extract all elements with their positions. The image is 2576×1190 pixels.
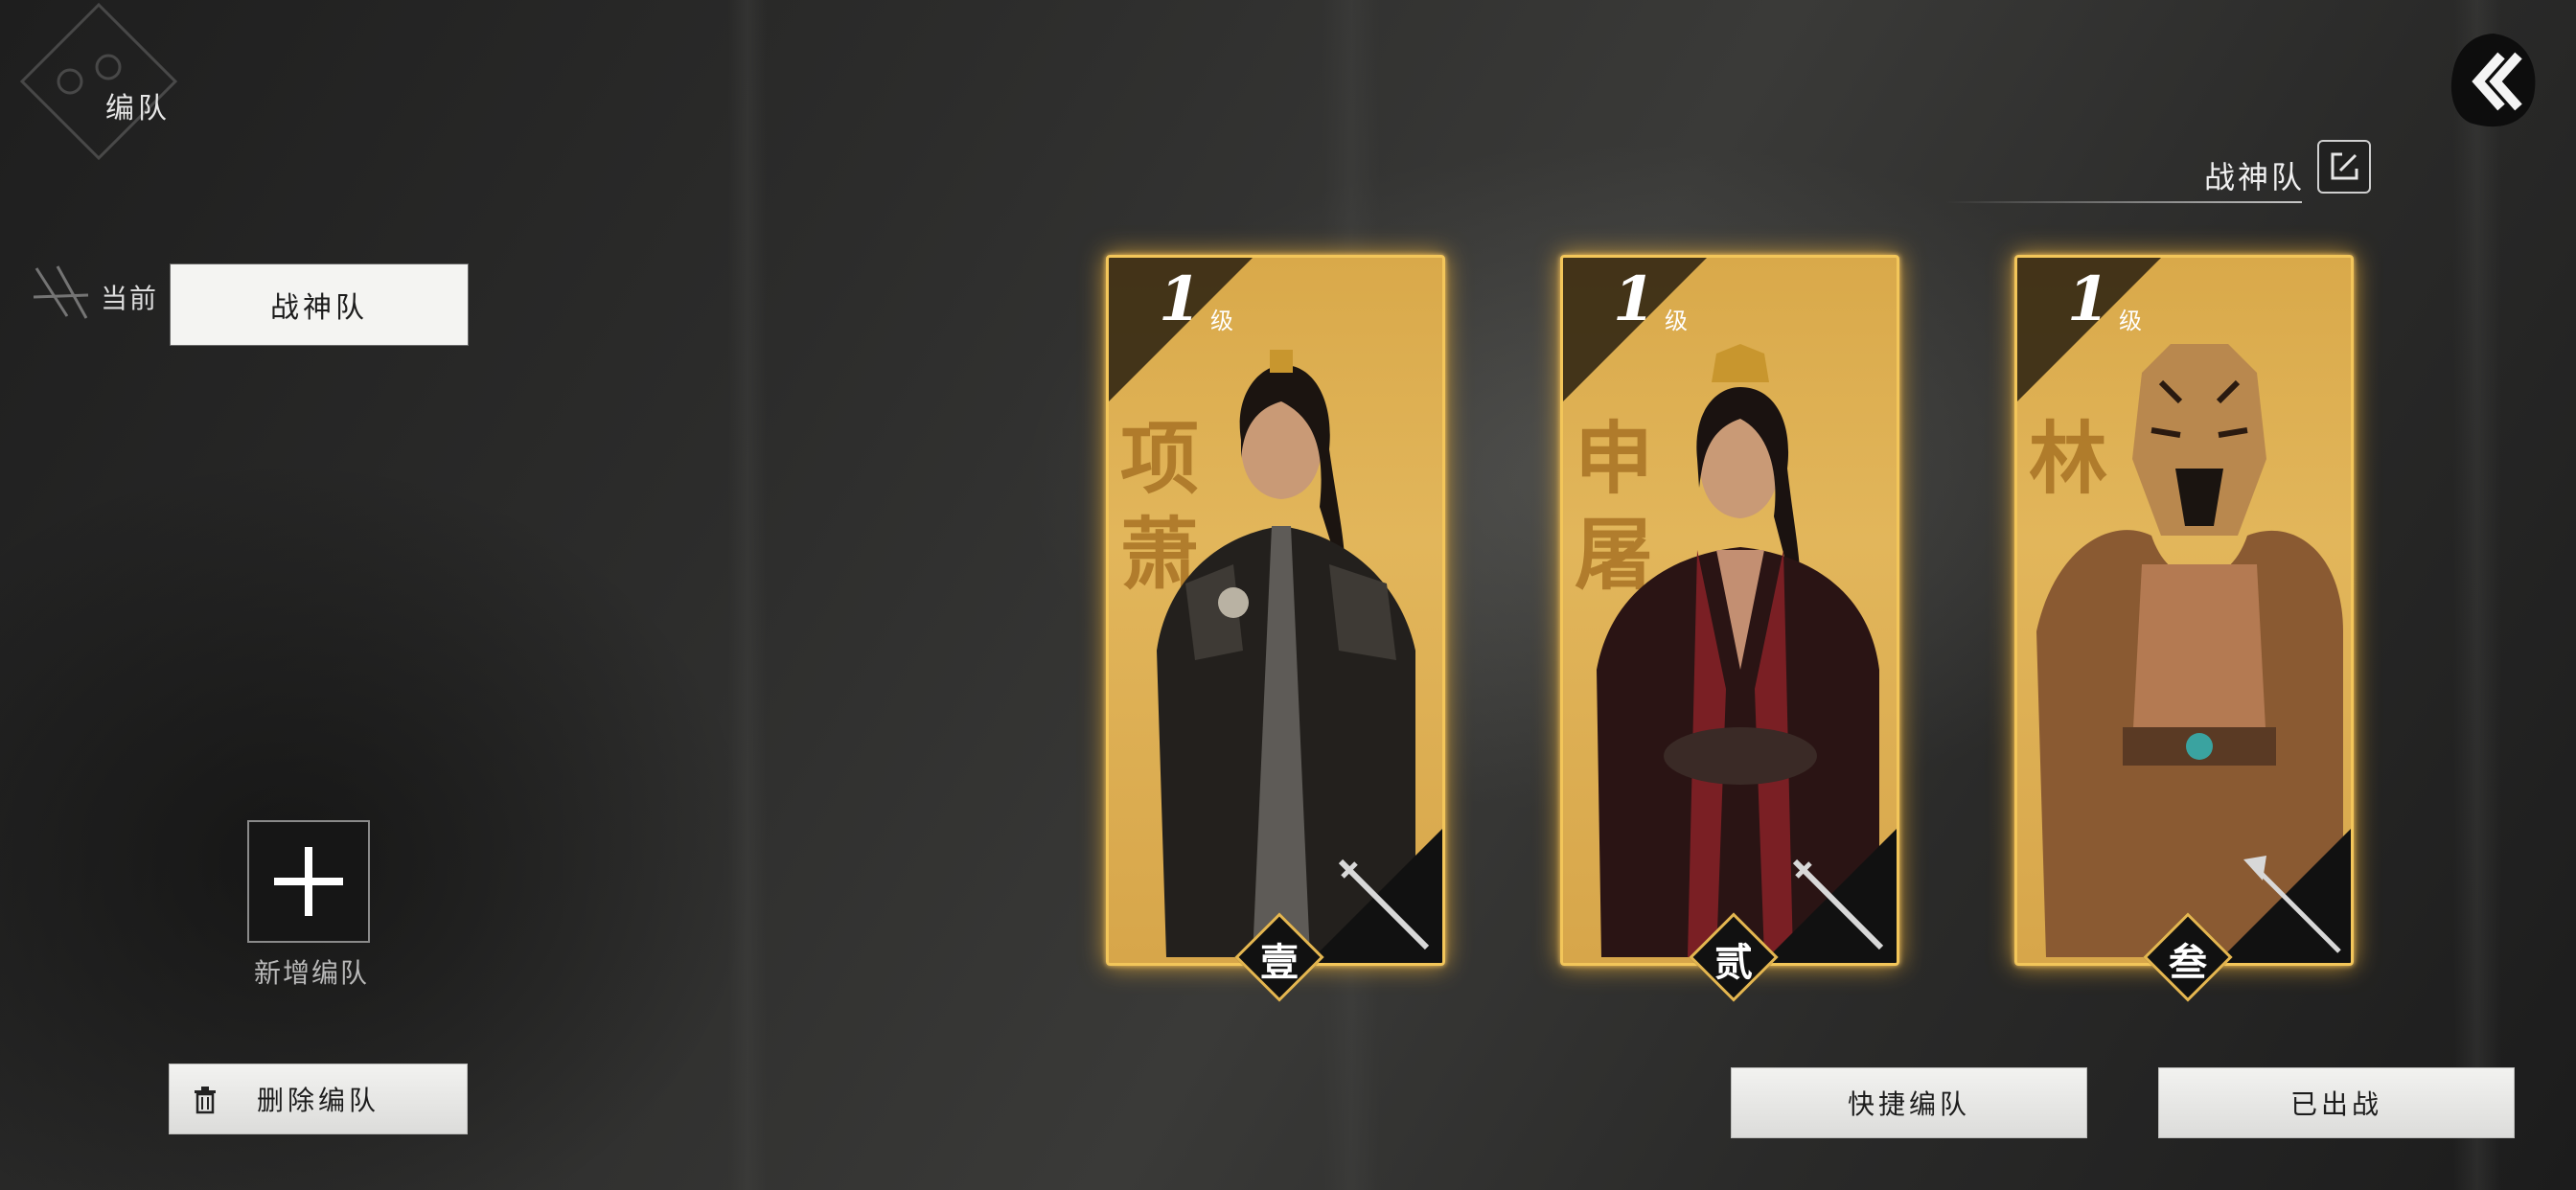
add-team-button[interactable]	[247, 820, 370, 943]
slot-label-2: 贰	[1714, 940, 1753, 985]
background-tree	[2453, 0, 2501, 1190]
hero-level-unit: 级	[1665, 308, 1688, 334]
brush-mark-icon	[33, 265, 89, 319]
deployed-button[interactable]: 已出战	[2158, 1067, 2515, 1138]
edit-icon	[2331, 152, 2358, 180]
team-name-underline	[1945, 201, 2302, 203]
slot-label-1: 壹	[1260, 940, 1299, 985]
hero-level-unit: 级	[2119, 308, 2142, 334]
sword-icon	[1792, 858, 1884, 950]
current-label: 当前	[101, 283, 159, 314]
sword-icon	[1338, 858, 1430, 950]
team-name: 战神队	[2203, 159, 2305, 195]
hero-card-2[interactable]: 1 级 申屠	[1560, 255, 1899, 966]
background-tree	[728, 0, 767, 1190]
hero-level-unit: 级	[1210, 308, 1233, 334]
hero-card-3[interactable]: 1 级 林	[2014, 255, 2354, 966]
trash-icon	[195, 1087, 216, 1114]
current-team-selector[interactable]: 战神队	[171, 264, 468, 345]
hero-level: 1	[1613, 263, 1656, 335]
slot-label-3: 叁	[2169, 940, 2207, 985]
delete-team-label: 删除编队	[256, 1085, 380, 1116]
hero-level: 1	[2067, 263, 2110, 335]
hero-card-1[interactable]: 1 级 项萧	[1106, 255, 1445, 966]
plus-icon	[274, 847, 343, 916]
hero-level: 1	[1159, 263, 1202, 335]
formation-logo-icon	[19, 2, 178, 161]
page-title: 编队	[105, 92, 171, 126]
back-icon[interactable]	[2446, 29, 2542, 134]
spear-icon	[2243, 856, 2341, 953]
delete-team-button[interactable]: 删除编队	[169, 1064, 468, 1134]
add-team-label: 新增编队	[253, 957, 369, 989]
rename-team-button[interactable]	[2317, 140, 2371, 194]
current-team-row: 当前 战神队	[29, 259, 479, 345]
quick-formation-button[interactable]: 快捷编队	[1731, 1067, 2087, 1138]
